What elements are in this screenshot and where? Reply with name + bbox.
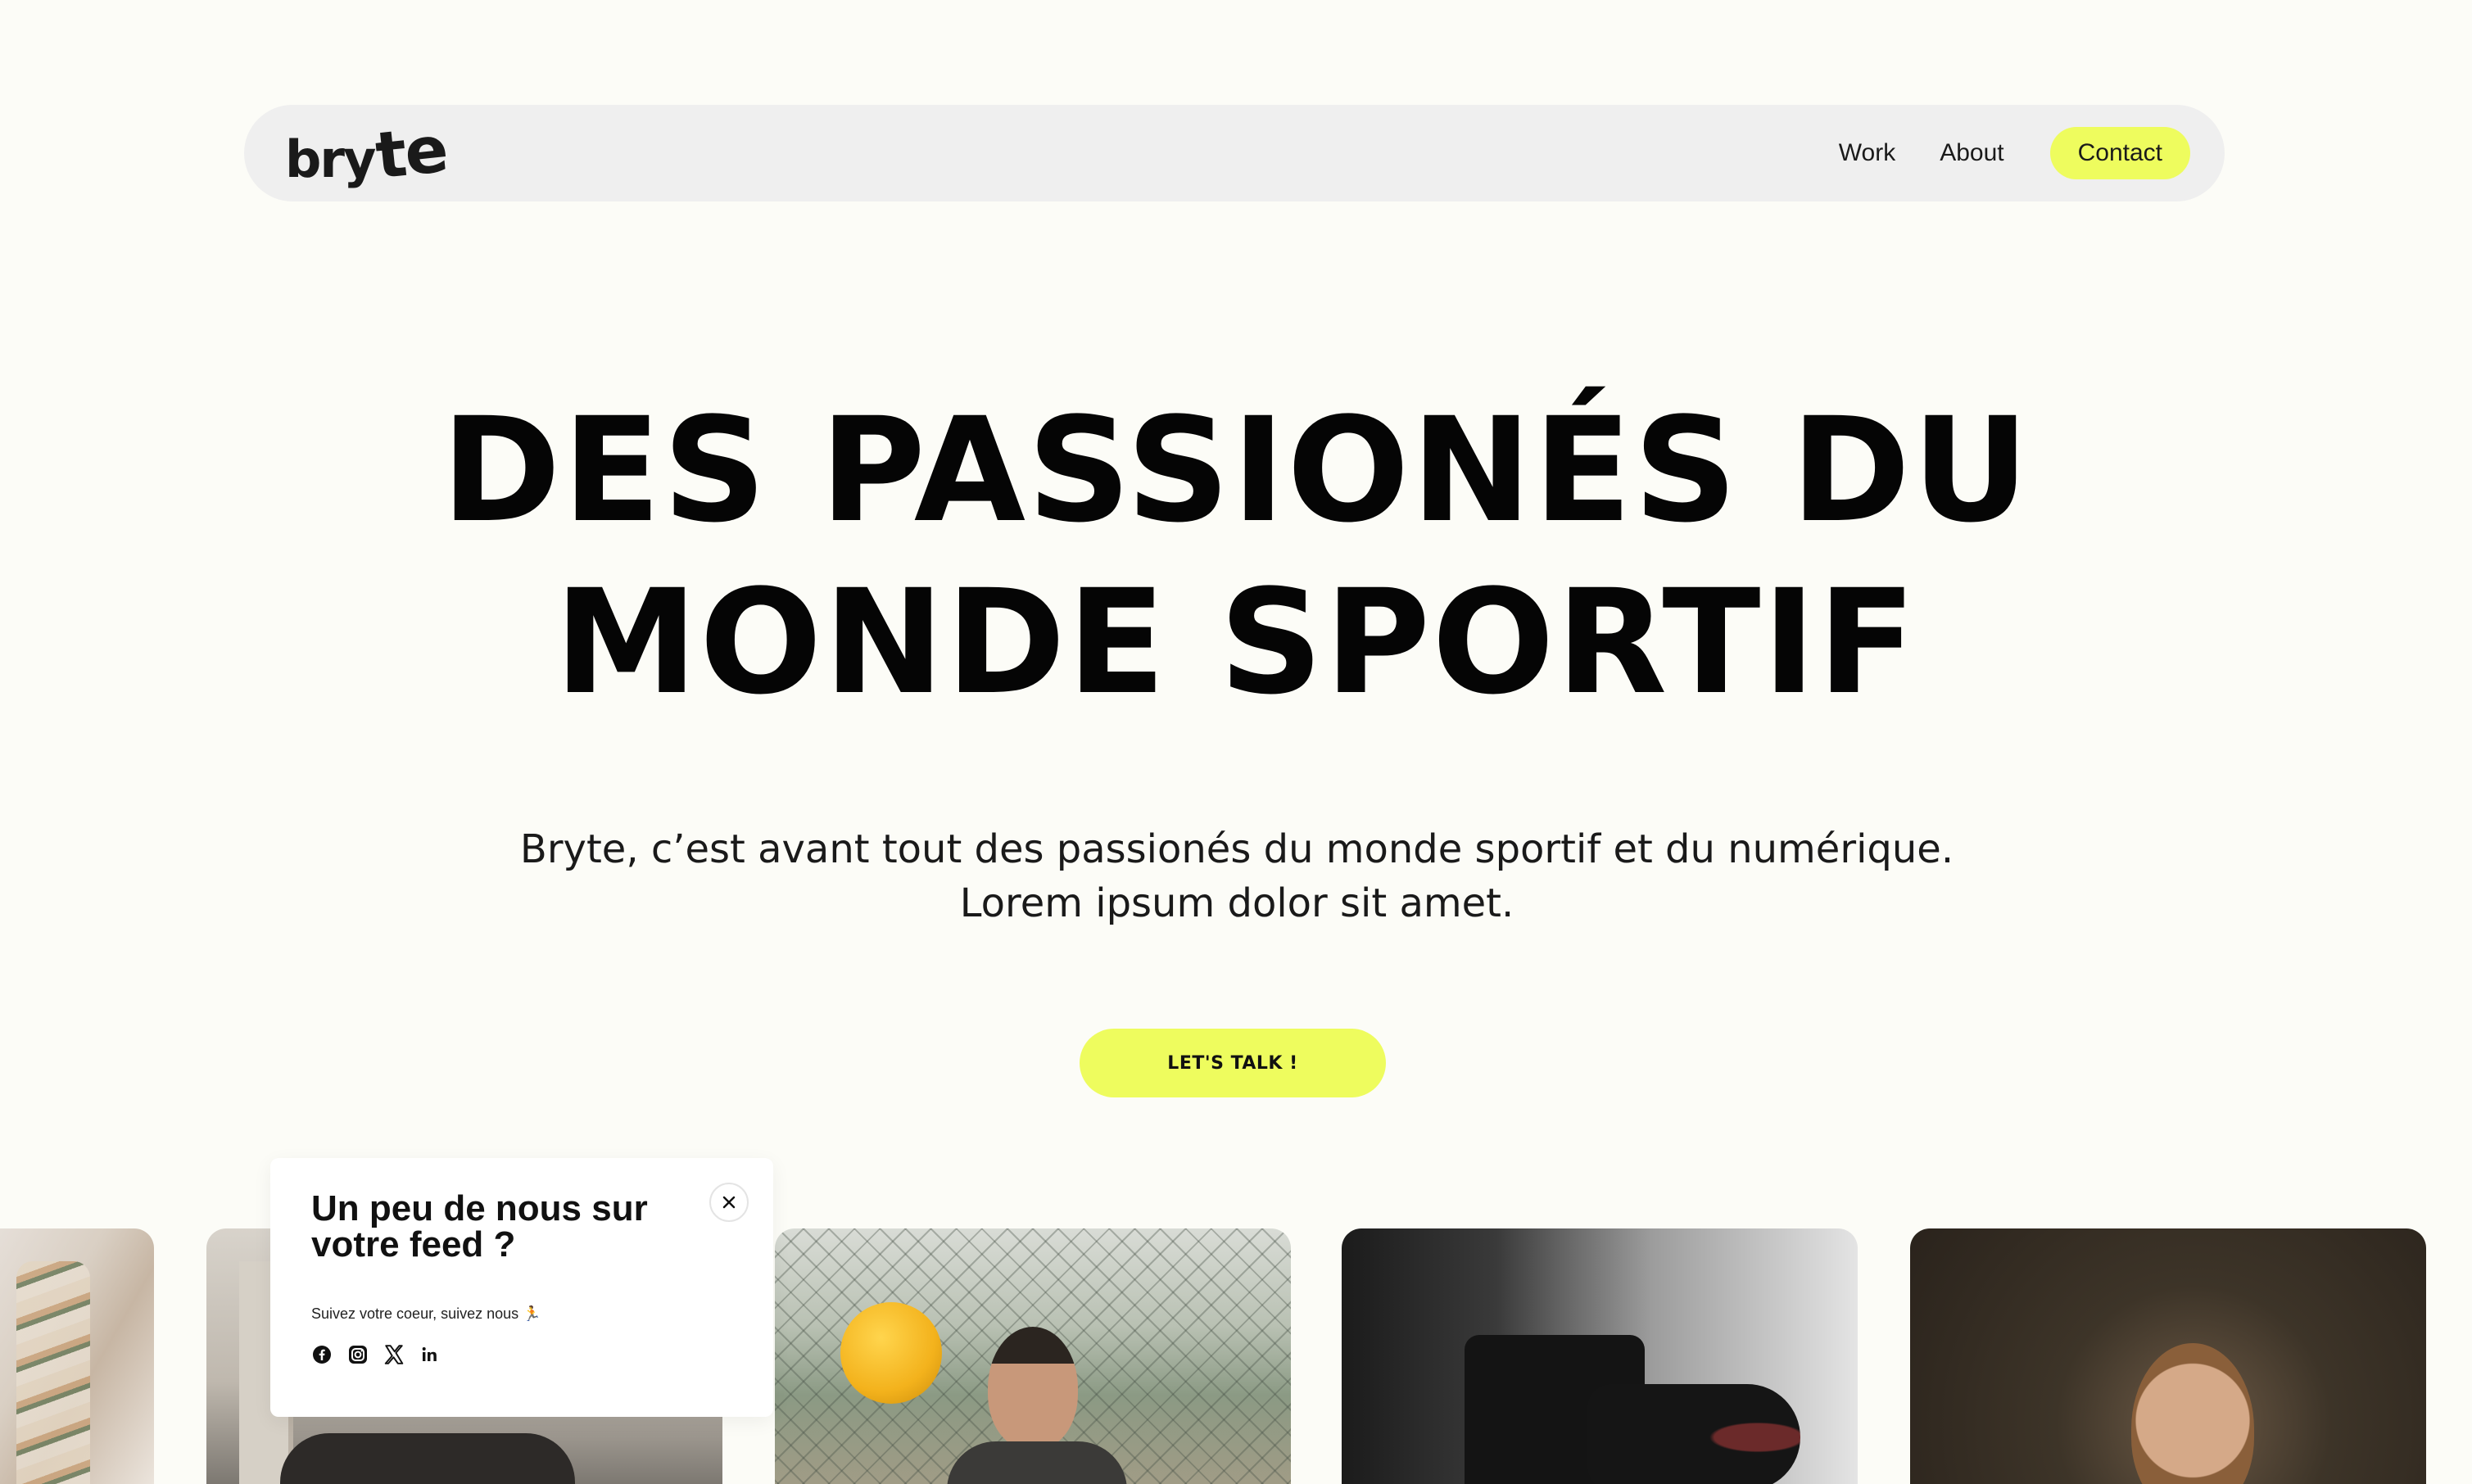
hero-title: DES PASSIONÉS DU MONDE SPORTIF (0, 385, 2472, 729)
hero-title-line-1: DES PASSIONÉS DU (441, 387, 2031, 554)
nav-links: Work About Contact (1839, 127, 2190, 179)
social-icons (311, 1344, 732, 1365)
gallery-image-1[interactable] (0, 1228, 154, 1484)
person-head (988, 1327, 1078, 1450)
popup-text: Suivez votre coeur, suivez nous 🏃 (311, 1305, 541, 1322)
gallery-image-4[interactable] (1342, 1228, 1858, 1484)
linkedin-icon[interactable] (419, 1344, 441, 1365)
lets-talk-button[interactable]: LET'S TALK ! (1080, 1029, 1386, 1097)
logo-text-accent: te (372, 112, 451, 194)
instagram-icon[interactable] (347, 1344, 369, 1365)
social-popup: Un peu de nous sur votre feed ? Suivez v… (270, 1158, 773, 1417)
person-portrait (2131, 1343, 2254, 1484)
navbar: bry te Work About Contact (244, 105, 2225, 201)
nav-link-about[interactable]: About (1940, 139, 2003, 167)
person-body (947, 1441, 1127, 1484)
hero-title-line-2: MONDE SPORTIF (554, 559, 1918, 726)
facebook-icon[interactable] (311, 1344, 333, 1365)
gallery-image-3[interactable] (775, 1228, 1291, 1484)
close-popup-button[interactable] (709, 1183, 749, 1222)
camera-lens (1587, 1384, 1800, 1484)
nav-link-work[interactable]: Work (1839, 139, 1895, 167)
gallery-image-5[interactable] (1910, 1228, 2426, 1484)
basketball (840, 1302, 942, 1404)
hero-subtitle: Bryte, c’est avant tout des passionés du… (519, 826, 1954, 926)
x-icon[interactable] (383, 1344, 405, 1365)
logo-text-main: bry (285, 129, 376, 189)
contact-button[interactable]: Contact (2049, 127, 2190, 179)
popup-title: Un peu de nous sur votre feed ? (311, 1188, 648, 1265)
logo[interactable]: bry te (285, 113, 450, 194)
close-icon (722, 1196, 736, 1209)
